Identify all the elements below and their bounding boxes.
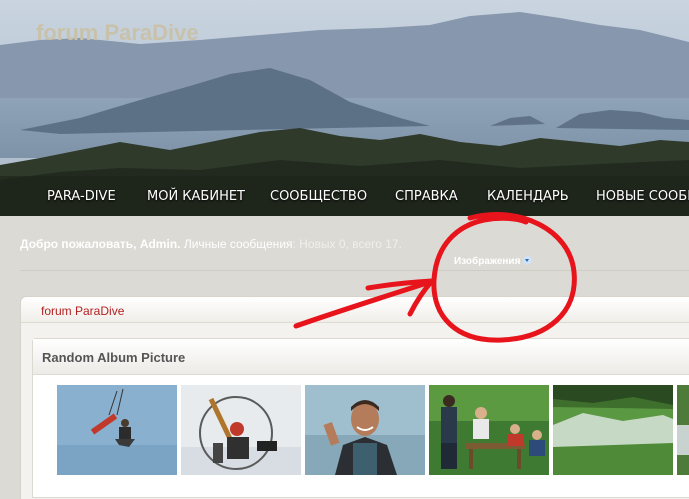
albums-dropdown-label: Изображения [454,256,521,267]
people-outdoor-table-photo [429,385,549,475]
private-messages-counts: : Новых 0, всего 17. [292,237,402,251]
paramotor-pilot-photo [181,385,301,475]
nav-item-help[interactable]: СПРАВКА [395,189,458,204]
thumbnail-kitesurfer[interactable] [57,385,177,475]
partial-thumbnail-photo [677,385,689,475]
albums-dropdown[interactable]: Изображения [454,256,533,267]
thumbnail-green-field[interactable] [553,385,673,475]
site-title[interactable]: forum ParaDive [36,20,199,46]
random-album-title: Random Album Picture [42,350,186,365]
nav-item-community[interactable]: СООБЩЕСТВО [270,189,367,204]
thumbnail-partial[interactable] [677,385,689,475]
green-field-landscape-photo [553,385,673,475]
private-messages-link[interactable]: Личные сообщения [184,237,293,251]
welcome-bar: Добро пожаловать, Admin. Личные сообщени… [20,237,402,251]
thumbnail-people-table[interactable] [429,385,549,475]
nav-item-calendar[interactable]: КАЛЕНДАРЬ [487,189,569,204]
nav-item-para-dive[interactable]: PARA-DIVE [47,189,116,204]
nav-item-new-posts[interactable]: НОВЫЕ СООБЩ [596,189,689,204]
welcome-greeting: Добро пожаловать, [20,237,137,251]
thumbnail-paramotor[interactable] [181,385,301,475]
main-nav: PARA-DIVE МОЙ КАБИНЕТ СООБЩЕСТВО СПРАВКА… [0,176,689,216]
welcome-username[interactable]: Admin. [140,237,181,251]
thumbnail-smiling-man[interactable] [305,385,425,475]
header-banner: forum ParaDive PARA-DIVE МОЙ КАБИНЕТ СОО… [0,0,689,216]
nav-item-my-cabinet[interactable]: МОЙ КАБИНЕТ [147,189,245,204]
breadcrumb-home-link[interactable]: forum ParaDive [41,304,124,318]
smiling-man-wetsuit-photo [305,385,425,475]
chevron-down-icon [523,256,533,265]
breadcrumb: forum ParaDive [21,297,689,323]
divider [20,270,689,271]
random-album-header: Random Album Picture [33,339,689,375]
kitesurfer-photo [57,385,177,475]
